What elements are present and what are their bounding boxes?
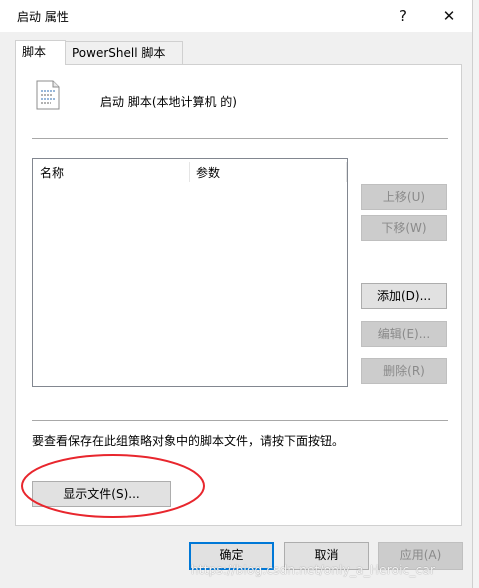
- title-bar[interactable]: 启动 属性 ? ✕: [0, 0, 472, 32]
- list-header: 名称 参数: [33, 159, 347, 183]
- tab-scripts[interactable]: 脚本: [15, 40, 66, 65]
- window-title: 启动 属性: [17, 10, 69, 24]
- background-window-right: [472, 0, 479, 588]
- properties-dialog: 启动 属性 ? ✕ 脚本 PowerShell 脚本 启动 脚本(本地计算机 的…: [0, 0, 472, 588]
- column-divider: [346, 162, 347, 182]
- tab-panel: 启动 脚本(本地计算机 的) 名称 参数 上移(U) 下移(W) 添加(D)..…: [15, 64, 462, 526]
- column-divider: [189, 162, 190, 182]
- column-header-parameters[interactable]: 参数: [196, 164, 220, 181]
- separator: [32, 420, 448, 421]
- script-file-icon: [36, 80, 60, 110]
- hint-text: 要查看保存在此组策略对象中的脚本文件，请按下面按钮。: [32, 434, 345, 448]
- show-files-button[interactable]: 显示文件(S)...: [32, 481, 171, 507]
- remove-button[interactable]: 删除(R): [361, 358, 447, 384]
- column-header-name[interactable]: 名称: [40, 164, 64, 181]
- move-down-button[interactable]: 下移(W): [361, 215, 447, 241]
- separator: [32, 138, 448, 139]
- close-button[interactable]: ✕: [435, 4, 463, 28]
- help-button[interactable]: ?: [389, 4, 417, 28]
- add-button[interactable]: 添加(D)...: [361, 283, 447, 309]
- panel-heading: 启动 脚本(本地计算机 的): [100, 95, 237, 109]
- watermark-text: https://blog.csdn.net/only_a_Heroic_car: [191, 563, 436, 577]
- script-list[interactable]: 名称 参数: [32, 158, 348, 387]
- edit-button[interactable]: 编辑(E)...: [361, 321, 447, 347]
- move-up-button[interactable]: 上移(U): [361, 184, 447, 210]
- tab-powershell-scripts[interactable]: PowerShell 脚本: [65, 41, 183, 64]
